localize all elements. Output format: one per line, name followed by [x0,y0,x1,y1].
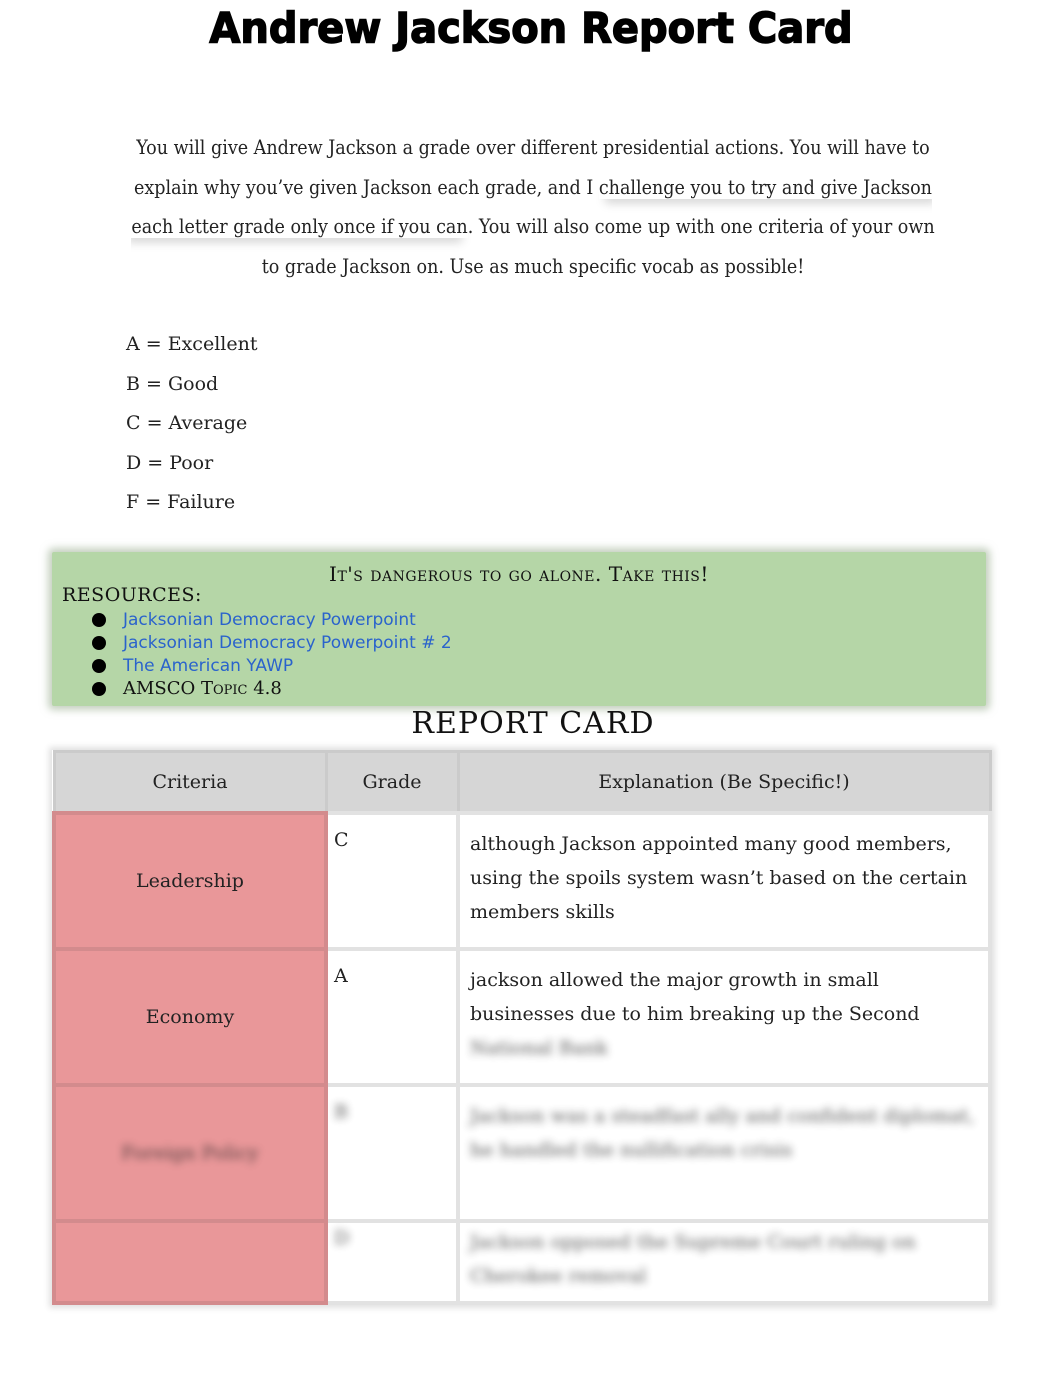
report-card-title: REPORT CARD [411,706,655,741]
resource-item: Jacksonian Democracy Powerpoint [92,608,452,631]
grade-cell[interactable]: C [324,811,460,951]
criteria-cell: Foreign Policy [52,1083,328,1223]
explanation-cell[interactable]: Jackson was a steadfast ally and confide… [456,1083,992,1223]
page-title: Andrew Jackson Report Card [209,4,854,54]
grade-scale-d: D = Poor [126,451,214,474]
resource-link-american-yawp[interactable]: The American YAWP [123,655,293,677]
explanation-blurred-text: Jackson opposed the Supreme Court ruling… [470,1231,916,1287]
instructions-paragraph: You will give Andrew Jackson a grade ove… [120,128,946,286]
column-header-grade: Grade [324,750,460,815]
bullet-icon [92,635,106,650]
table-row: Economy A jackson allowed the major grow… [52,947,992,1087]
column-header-criteria: Criteria [52,750,328,815]
resource-item: The American YAWP [92,654,452,677]
explanation-cell[interactable]: Jackson opposed the Supreme Court ruling… [456,1219,992,1305]
explanation-cell[interactable]: jackson allowed the major growth in smal… [456,947,992,1087]
grade-cell[interactable]: A [324,947,460,1087]
explanation-cell[interactable]: although Jackson appointed many good mem… [456,811,992,951]
resource-text-amsco: AMSCO Topic 4.8 [123,677,282,699]
explanation-blurred-text: National Bank [470,1037,608,1059]
grade-scale-b: B = Good [126,372,219,395]
grade-blurred-text: B [334,1101,348,1123]
resource-item: AMSCO Topic 4.8 [92,677,452,700]
grade-scale-a: A = Excellent [126,333,258,355]
report-card-table: Criteria Grade Explanation (Be Specific!… [52,750,992,1305]
table-row: Foreign Policy B Jackson was a steadfast… [52,1083,992,1223]
criteria-blurred-text: Foreign Policy [121,1142,259,1164]
resource-link-powerpoint[interactable]: Jacksonian Democracy Powerpoint [123,609,416,631]
criteria-cell [52,1219,328,1305]
grade-blurred-text: D [334,1227,350,1249]
criteria-cell: Economy [52,947,328,1087]
explanation-text: jackson allowed the major growth in smal… [470,969,920,1025]
table-row: D Jackson opposed the Supreme Court ruli… [52,1219,992,1305]
resource-link-powerpoint-2[interactable]: Jacksonian Democracy Powerpoint # 2 [123,632,452,654]
resources-box: It's dangerous to go alone. Take this! R… [52,552,986,706]
bullet-icon [92,681,106,696]
resources-list: Jacksonian Democracy Powerpoint Jacksoni… [92,608,452,700]
table-header-row: Criteria Grade Explanation (Be Specific!… [52,750,992,815]
resources-heading: It's dangerous to go alone. Take this! [329,562,709,586]
column-header-explanation: Explanation (Be Specific!) [456,750,992,815]
grade-cell[interactable]: B [324,1083,460,1223]
grade-cell[interactable]: D [324,1219,460,1305]
criteria-cell: Leadership [52,811,328,951]
bullet-icon [92,612,106,627]
grade-scale-f: F = Failure [126,491,236,513]
grade-scale-c: C = Average [126,412,248,434]
resource-item: Jacksonian Democracy Powerpoint # 2 [92,631,452,654]
resources-label: RESOURCES: [62,584,202,606]
bullet-icon [92,658,106,673]
table-row: Leadership C although Jackson appointed … [52,811,992,951]
grade-scale-list: A = Excellent B = Good C = Average D = P… [126,328,257,526]
explanation-blurred-text: Jackson was a steadfast ally and confide… [470,1105,975,1161]
